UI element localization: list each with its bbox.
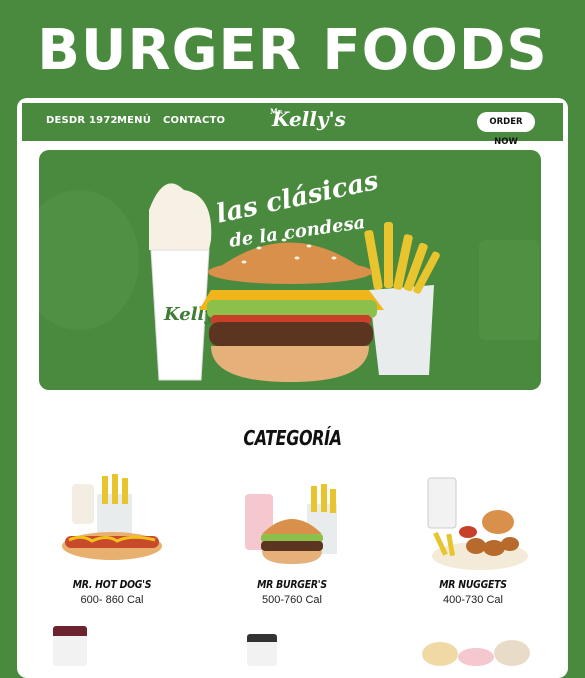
logo-prefix: Mr.: [270, 107, 284, 116]
dessert-thumbnail: [422, 640, 532, 666]
category-calories: 600- 860 Cal: [80, 594, 144, 606]
category-name: MR BURGER'S: [257, 578, 327, 591]
category-row-next: [17, 626, 568, 666]
brand-logo[interactable]: Mr. Kelly's: [270, 107, 346, 131]
section-title: CATEGORÍA: [243, 426, 342, 450]
order-now-button[interactable]: ORDER NOW: [477, 112, 535, 147]
nav-link-contacto[interactable]: CONTACTO: [163, 115, 225, 126]
category-calories: 500-760 Cal: [262, 594, 322, 606]
nav-link-menu[interactable]: MENÚ: [117, 115, 151, 126]
category-name: MR NUGGETS: [439, 578, 507, 591]
category-calories: 400-730 Cal: [443, 594, 503, 606]
nuggets-image: [418, 474, 528, 574]
hot-dog-image: [57, 474, 167, 574]
burger-image: [237, 474, 347, 574]
hero-banner: las clásicas de la condesa Kelly's: [39, 150, 541, 390]
drink-thumbnail: [53, 626, 87, 666]
nav-link-desde[interactable]: DESDR 1972: [46, 115, 118, 126]
category-name: MR. HOT DOG'S: [72, 578, 152, 591]
navbar: DESDR 1972 MENÚ CONTACTO Mr. Kelly's ORD…: [22, 103, 563, 147]
coffee-thumbnail: [247, 634, 277, 666]
category-card-nuggets[interactable]: MR NUGGETS 400-730 Cal: [393, 474, 553, 606]
hero-illustration: las clásicas de la condesa Kelly's: [39, 166, 539, 382]
website-preview: DESDR 1972 MENÚ CONTACTO Mr. Kelly's ORD…: [17, 98, 568, 678]
category-card-hot-dogs[interactable]: MR. HOT DOG'S 600- 860 Cal: [32, 474, 192, 606]
category-card-burgers[interactable]: MR BURGER'S 500-760 Cal: [212, 474, 372, 606]
page-headline: BURGER FOODS: [37, 18, 548, 83]
